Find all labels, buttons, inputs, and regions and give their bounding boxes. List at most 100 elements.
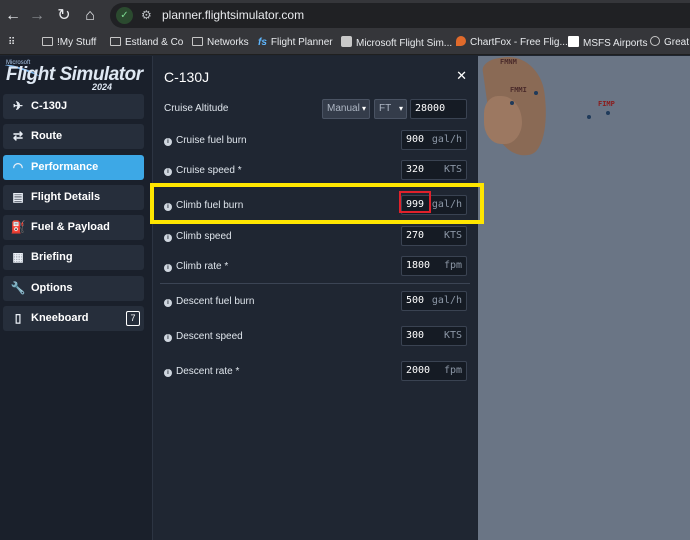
kneeboard-count-badge: 7: [126, 311, 140, 326]
airplane-icon: ✈: [12, 99, 24, 113]
cruise-fuel-burn-label: i Cruise fuel burn: [164, 135, 247, 146]
map-view[interactable]: FMNM FMMI FIMP: [478, 56, 690, 540]
climb-rate-input[interactable]: 1800 fpm: [401, 256, 467, 276]
gauge-icon: ◠: [12, 160, 24, 174]
forward-arrow-icon[interactable]: →: [27, 6, 47, 26]
climb-speed-label: i Climb speed: [164, 231, 232, 242]
sidebar-item-briefing[interactable]: ▦ Briefing: [3, 245, 144, 270]
descent-fuel-burn-input[interactable]: 500 gal/h: [401, 291, 467, 311]
sidebar-item-label: Kneeboard: [31, 312, 89, 324]
shield-icon[interactable]: ✓: [116, 7, 133, 24]
sidebar-item-label: Route: [31, 130, 63, 142]
sidebar-item-options[interactable]: 🔧 Options: [3, 276, 144, 301]
cruise-speed-label: i Cruise speed *: [164, 165, 242, 176]
bookmark-msfs[interactable]: Microsoft Flight Sim...: [341, 36, 452, 50]
panel-title: C-130J: [164, 69, 210, 85]
msfs-icon: [568, 36, 579, 47]
wrench-icon: 🔧: [10, 281, 26, 295]
fs-icon: fs: [258, 37, 267, 48]
sidebar-item-aircraft[interactable]: ✈ C-130J: [3, 94, 144, 119]
sidebar-item-flight-details[interactable]: ▤ Flight Details: [3, 185, 144, 210]
info-icon[interactable]: i: [164, 234, 172, 242]
close-icon[interactable]: ✕: [456, 68, 467, 84]
bookmark-estland[interactable]: Estland & Co: [110, 36, 183, 50]
chartfox-icon: [456, 36, 466, 46]
flight-planner-app: Microsoft Flight Simulator 2024 ✈ C-130J…: [0, 56, 690, 540]
sidebar-item-label: Options: [31, 282, 73, 294]
altitude-mode-select[interactable]: Manual ▾: [322, 99, 370, 119]
descent-speed-input[interactable]: 300 KTS: [401, 326, 467, 346]
section-divider: [160, 283, 470, 284]
bookmarks-bar: ⠿ !My Stuff Estland & Co Networks fs Flig…: [0, 31, 690, 55]
clipboard-icon: ▤: [12, 190, 24, 204]
airport-marker[interactable]: [587, 115, 591, 119]
descent-fuel-burn-label: i Descent fuel burn: [164, 296, 254, 307]
sidebar: Microsoft Flight Simulator 2024 ✈ C-130J…: [0, 56, 152, 540]
chevron-down-icon: ▾: [398, 104, 403, 113]
descent-rate-label: i Descent rate *: [164, 366, 239, 377]
airport-label[interactable]: FMNM: [500, 58, 517, 66]
bookmark-networks[interactable]: Networks: [192, 36, 249, 50]
bookmark-my-stuff[interactable]: !My Stuff: [42, 36, 96, 50]
airport-label[interactable]: FIMP: [598, 100, 615, 108]
cruise-speed-input[interactable]: 320 KTS: [401, 160, 467, 180]
airport-label[interactable]: FMMI: [510, 86, 527, 94]
cruise-altitude-input[interactable]: 28000: [410, 99, 467, 119]
bookmark-msfs-airports[interactable]: MSFS Airports: [568, 36, 647, 50]
sidebar-item-performance[interactable]: ◠ Performance: [3, 155, 144, 180]
folder-icon: [192, 37, 203, 46]
info-icon[interactable]: i: [164, 168, 172, 176]
landmass: [484, 96, 522, 144]
logo-year: 2024: [91, 82, 112, 92]
descent-speed-label: i Descent speed: [164, 331, 243, 342]
info-icon[interactable]: i: [164, 138, 172, 146]
bookmark-flight-planner[interactable]: fs Flight Planner: [258, 36, 333, 50]
url-text[interactable]: planner.flightsimulator.com: [162, 8, 304, 22]
altitude-unit-value: FT: [379, 103, 392, 114]
document-icon: ▦: [12, 250, 24, 264]
performance-panel: C-130J ✕ Cruise Altitude Manual ▾ FT ▾ 2…: [152, 56, 477, 540]
cruise-fuel-burn-input[interactable]: 900 gal/h: [401, 130, 467, 150]
info-icon[interactable]: i: [164, 334, 172, 342]
folder-icon: [110, 37, 121, 46]
globe-icon: [650, 36, 660, 46]
altitude-mode-value: Manual: [327, 103, 360, 114]
climb-speed-input[interactable]: 270 KTS: [401, 226, 467, 246]
logo-title: Flight Simulator: [6, 64, 143, 85]
site-settings-icon[interactable]: ⚙: [141, 8, 152, 22]
route-icon: ⇄: [12, 129, 24, 143]
annotation-highlight-box: [150, 183, 484, 224]
info-icon[interactable]: i: [164, 369, 172, 377]
bookmark-chartfox[interactable]: ChartFox - Free Flig...: [456, 36, 568, 50]
sidebar-item-label: Flight Details: [31, 191, 101, 203]
airport-marker[interactable]: [510, 101, 514, 105]
sidebar-item-label: Fuel & Payload: [31, 221, 110, 233]
descent-rate-input[interactable]: 2000 fpm: [401, 361, 467, 381]
back-arrow-icon[interactable]: ←: [3, 6, 23, 26]
airport-marker[interactable]: [606, 111, 610, 115]
page-icon: [341, 36, 352, 47]
sidebar-item-kneeboard[interactable]: ▯ Kneeboard 7: [3, 306, 144, 331]
sidebar-item-label: Briefing: [31, 251, 73, 263]
climb-rate-label: i Climb rate *: [164, 261, 228, 272]
home-icon[interactable]: ⌂: [80, 6, 100, 26]
info-icon[interactable]: i: [164, 299, 172, 307]
sidebar-item-route[interactable]: ⇄ Route: [3, 124, 144, 149]
sidebar-item-label: Performance: [31, 161, 99, 173]
kneeboard-icon: ▯: [14, 311, 22, 325]
address-bar[interactable]: ✓ ⚙ planner.flightsimulator.com: [110, 3, 690, 28]
airport-marker[interactable]: [534, 91, 538, 95]
bookmark-great[interactable]: Great: [650, 36, 689, 50]
info-icon[interactable]: i: [164, 264, 172, 272]
fuel-icon: ⛽: [10, 220, 26, 234]
apps-grid-icon[interactable]: ⠿: [8, 36, 15, 50]
chevron-down-icon: ▾: [361, 104, 366, 113]
cruise-altitude-label: Cruise Altitude: [164, 103, 229, 114]
altitude-unit-select[interactable]: FT ▾: [374, 99, 407, 119]
flight-simulator-logo: Microsoft Flight Simulator 2024: [3, 60, 148, 96]
browser-toolbar: ← → ↻ ⌂ ✓ ⚙ planner.flightsimulator.com: [0, 0, 690, 31]
reload-icon[interactable]: ↻: [54, 6, 74, 26]
folder-icon: [42, 37, 53, 46]
sidebar-item-fuel-payload[interactable]: ⛽ Fuel & Payload: [3, 215, 144, 240]
sidebar-item-label: C-130J: [31, 100, 68, 112]
